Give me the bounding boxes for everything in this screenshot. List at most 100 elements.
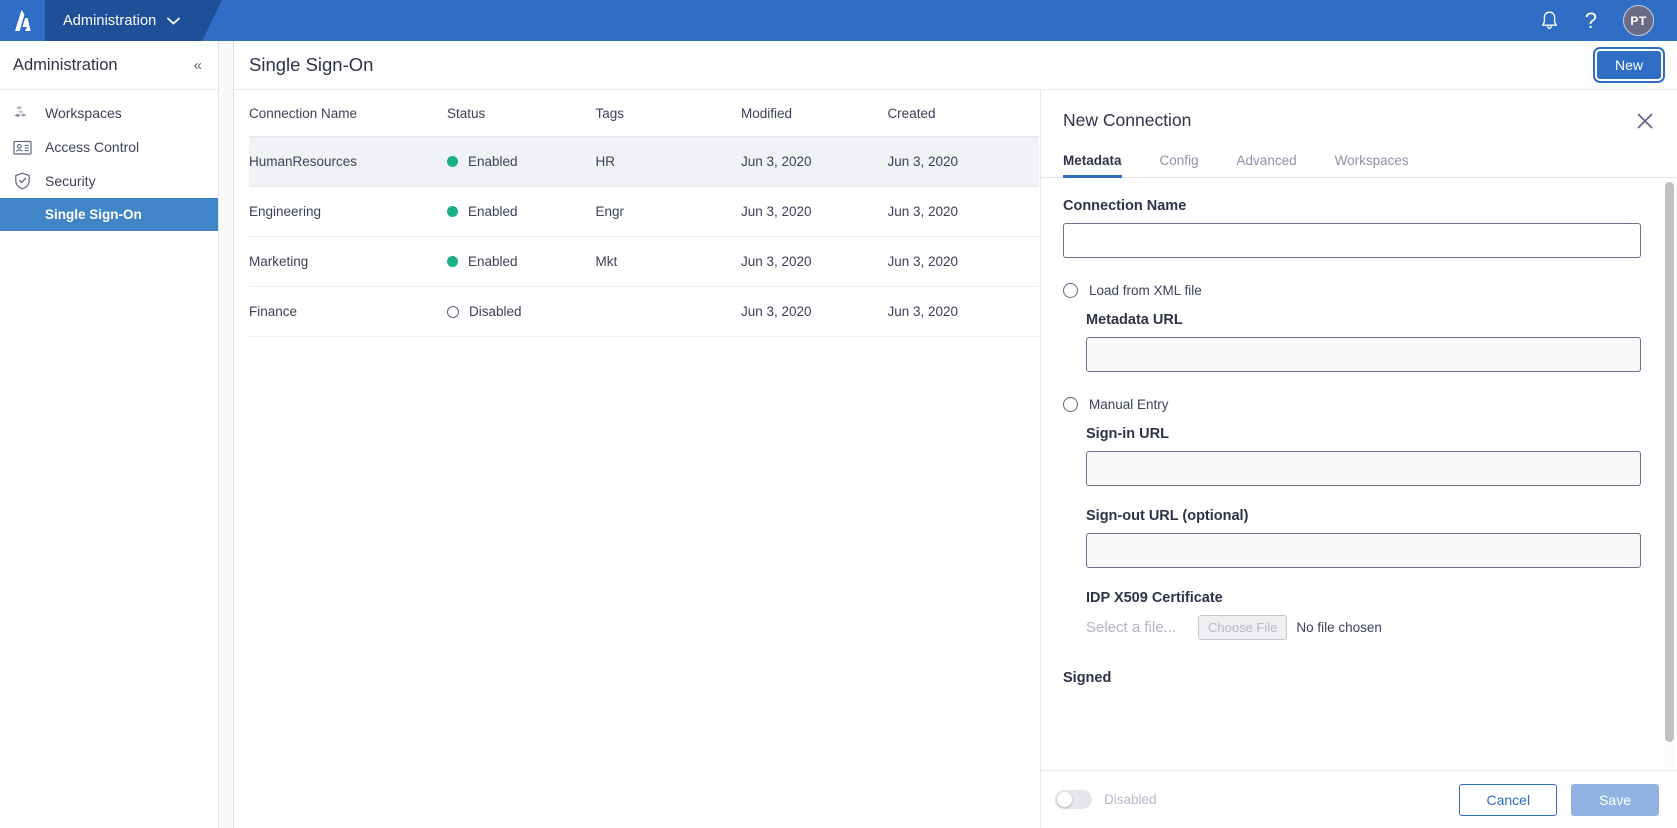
connection-name-input[interactable]	[1063, 223, 1641, 258]
tab-config[interactable]: Config	[1141, 153, 1218, 177]
new-connection-panel: New Connection Metadata Config Advanced …	[1040, 90, 1677, 828]
table-row[interactable]: Marketing Enabled Mkt Jun 3, 2020 Jun 3,…	[249, 236, 1039, 287]
status-label: Enabled	[468, 154, 518, 169]
cell-tags	[595, 286, 741, 337]
column-header-created[interactable]: Created	[887, 90, 1039, 137]
signout-url-input[interactable]	[1086, 533, 1641, 568]
sidebar-item-access-control[interactable]: Access Control	[0, 130, 218, 164]
cell-tags: Engr	[595, 186, 741, 237]
collapse-chevrons-icon[interactable]: «	[194, 57, 202, 74]
status-dot-disabled-icon	[447, 305, 459, 318]
connections-table-area: Connection Name Status Tags Modified Cre…	[234, 90, 1040, 828]
chevron-down-icon	[167, 17, 181, 25]
connection-name-field-group: Connection Name	[1063, 198, 1641, 258]
column-header-status[interactable]: Status	[447, 90, 596, 137]
cell-created: Jun 3, 2020	[887, 186, 1039, 237]
topbar-actions: ? PT	[1540, 5, 1677, 36]
idp-certificate-field-group: IDP X509 Certificate Select a file... Ch…	[1063, 590, 1641, 640]
sidebar-item-workspaces[interactable]: Workspaces	[0, 96, 218, 130]
tab-workspaces[interactable]: Workspaces	[1316, 153, 1428, 177]
status-dot-enabled-icon	[447, 206, 458, 217]
connections-table: Connection Name Status Tags Modified Cre…	[249, 90, 1039, 337]
cell-connection-name: Engineering	[249, 186, 447, 237]
cell-tags: HR	[595, 136, 741, 187]
signed-toggle[interactable]	[1055, 790, 1092, 809]
cell-status: Disabled	[447, 286, 596, 337]
radio-manual-entry[interactable]	[1063, 397, 1078, 412]
page-title: Single Sign-On	[249, 54, 374, 75]
certificate-file-placeholder: Select a file...	[1086, 619, 1177, 636]
help-question-icon[interactable]: ?	[1584, 7, 1597, 33]
signed-toggle-group: Disabled	[1055, 790, 1157, 809]
signin-url-field-group: Sign-in URL	[1063, 426, 1641, 486]
cell-connection-name: Marketing	[249, 236, 447, 287]
sidebar-item-label: Workspaces	[45, 105, 122, 121]
column-header-tags[interactable]: Tags	[595, 90, 741, 137]
tab-metadata[interactable]: Metadata	[1063, 153, 1141, 178]
tab-advanced[interactable]: Advanced	[1218, 153, 1316, 177]
sidebar-item-single-sign-on[interactable]: Single Sign-On	[0, 198, 218, 231]
panel-scrollbar-track[interactable]	[1665, 180, 1674, 768]
choose-file-button[interactable]: Choose File	[1198, 615, 1288, 640]
panel-body: Connection Name Load from XML file Metad…	[1041, 178, 1677, 770]
aveva-logo-icon	[14, 9, 31, 31]
cell-modified: Jun 3, 2020	[740, 186, 888, 237]
signout-url-label: Sign-out URL (optional)	[1086, 508, 1249, 524]
panel-title: New Connection	[1063, 110, 1192, 130]
help-glyph: ?	[1584, 7, 1597, 33]
cell-modified: Jun 3, 2020	[740, 236, 888, 287]
signin-url-input[interactable]	[1086, 451, 1641, 486]
cell-created: Jun 3, 2020	[887, 236, 1039, 287]
status-dot-enabled-icon	[447, 156, 458, 167]
sidebar-item-security[interactable]: Security	[0, 164, 218, 198]
cell-status: Enabled	[447, 136, 596, 187]
metadata-url-label: Metadata URL	[1086, 312, 1183, 328]
panel-header: New Connection	[1041, 90, 1677, 131]
avatar[interactable]: PT	[1623, 5, 1654, 36]
cell-status: Enabled	[447, 186, 596, 237]
table-header-row: Connection Name Status Tags Modified Cre…	[249, 90, 1039, 137]
close-x-icon[interactable]	[1635, 111, 1655, 131]
radio-load-from-xml-label: Load from XML file	[1089, 283, 1202, 298]
radio-load-from-xml[interactable]	[1063, 283, 1078, 298]
cell-created: Jun 3, 2020	[887, 136, 1039, 187]
signed-label: Signed	[1063, 670, 1112, 686]
metadata-url-input[interactable]	[1086, 337, 1641, 372]
table-row[interactable]: HumanResources Enabled HR Jun 3, 2020 Ju…	[249, 136, 1039, 187]
column-header-modified[interactable]: Modified	[740, 90, 888, 137]
table-row[interactable]: Engineering Enabled Engr Jun 3, 2020 Jun…	[249, 186, 1039, 237]
cell-tags: Mkt	[595, 236, 741, 287]
cell-created: Jun 3, 2020	[887, 286, 1039, 337]
signin-url-label: Sign-in URL	[1086, 426, 1169, 442]
sidebar-title: Administration	[13, 55, 118, 74]
panel-scroll-region: Connection Name Load from XML file Metad…	[1041, 178, 1663, 770]
page-header: Single Sign-On New	[234, 41, 1677, 90]
table-row[interactable]: Finance Disabled Jun 3, 2020 Jun 3, 2020	[249, 286, 1039, 337]
brand-logo[interactable]	[0, 0, 45, 41]
main-content: Single Sign-On New Connection Name Statu…	[234, 41, 1677, 828]
toggle-knob-icon	[1057, 792, 1072, 807]
application-root: Administration ? PT Administration « Wor…	[0, 0, 1677, 828]
panel-tabs: Metadata Config Advanced Workspaces	[1041, 153, 1677, 178]
cell-modified: Jun 3, 2020	[740, 136, 888, 187]
top-navigation-bar: Administration ? PT	[0, 0, 1677, 41]
security-shield-check-icon	[13, 172, 32, 191]
cancel-button[interactable]: Cancel	[1459, 783, 1558, 816]
connection-name-label: Connection Name	[1063, 198, 1187, 214]
save-button[interactable]: Save	[1571, 783, 1659, 816]
radio-load-from-xml-row[interactable]: Load from XML file	[1063, 283, 1641, 298]
radio-manual-entry-label: Manual Entry	[1089, 397, 1169, 412]
app-switcher-label: Administration	[63, 12, 157, 29]
status-label: Enabled	[468, 254, 518, 269]
cell-status: Enabled	[447, 236, 596, 287]
new-connection-button[interactable]: New	[1592, 47, 1666, 83]
column-header-connection-name[interactable]: Connection Name	[249, 90, 447, 137]
metadata-url-field-group: Metadata URL	[1063, 312, 1641, 372]
app-switcher[interactable]: Administration	[45, 0, 223, 41]
radio-manual-entry-row[interactable]: Manual Entry	[1063, 397, 1641, 412]
panel-scrollbar-thumb[interactable]	[1665, 182, 1674, 742]
notification-bell-icon[interactable]	[1540, 10, 1559, 31]
left-sidebar: Administration « Workspaces Access Contr…	[0, 41, 219, 828]
sidebar-item-label: Single Sign-On	[45, 207, 142, 222]
status-dot-enabled-icon	[447, 256, 458, 267]
